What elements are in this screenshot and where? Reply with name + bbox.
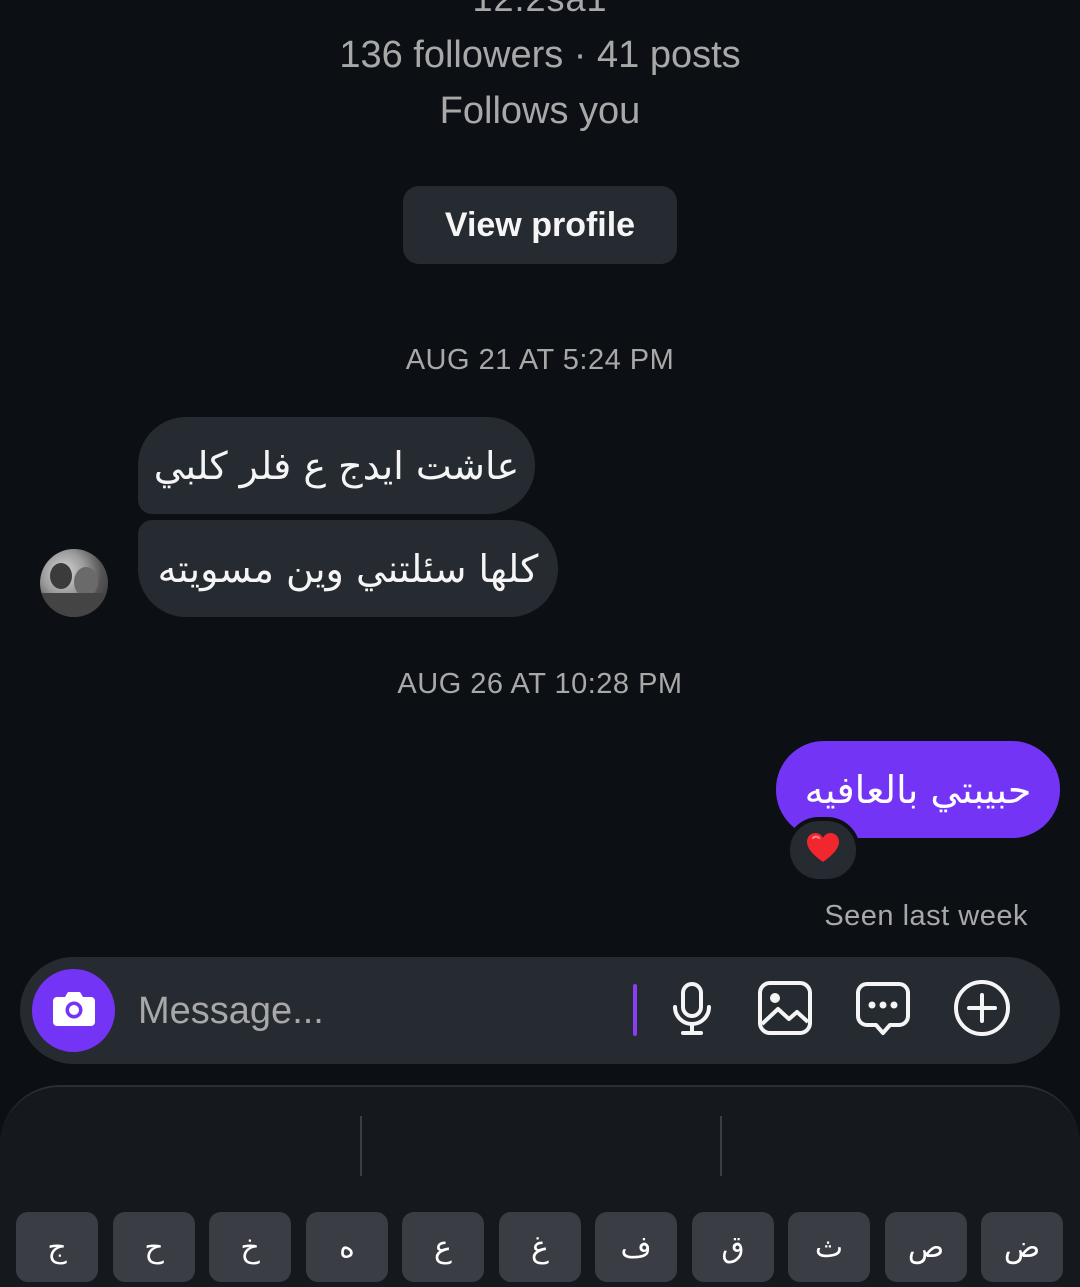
message-text: حبيبتي بالعافيه — [804, 767, 1032, 812]
microphone-icon — [662, 978, 722, 1043]
text-cursor — [633, 984, 637, 1036]
keyboard-key[interactable]: ف — [595, 1212, 677, 1282]
gallery-button[interactable] — [755, 980, 815, 1040]
view-profile-button[interactable]: View profile — [403, 186, 677, 264]
red-heart-emoji-icon — [806, 832, 840, 869]
keyboard-key[interactable]: ق — [692, 1212, 774, 1282]
keyboard-key[interactable]: ض — [981, 1212, 1063, 1282]
seen-status: Seen last week — [824, 900, 1028, 932]
suggestion-divider — [360, 1116, 362, 1176]
message-timestamp: AUG 26 AT 10:28 PM — [397, 668, 683, 700]
sticker-button[interactable] — [853, 980, 913, 1040]
keyboard-key[interactable]: خ — [209, 1212, 291, 1282]
keyboard-key[interactable]: ع — [402, 1212, 484, 1282]
suggestion-divider — [720, 1116, 722, 1176]
keyboard-key[interactable]: ح — [113, 1212, 195, 1282]
incoming-message-bubble[interactable]: كلها سئلتني وين مسويته — [138, 520, 558, 617]
camera-icon — [51, 988, 97, 1033]
camera-button[interactable] — [32, 969, 115, 1052]
message-text: عاشت ايدج ع فلر كلبي — [153, 443, 520, 488]
message-reaction[interactable] — [786, 817, 860, 883]
sender-avatar[interactable] — [40, 549, 108, 617]
plus-circle-icon — [952, 978, 1012, 1043]
gallery-icon — [755, 978, 815, 1043]
keyboard-key[interactable]: غ — [499, 1212, 581, 1282]
profile-username: 12.2sa1 — [0, 0, 1080, 20]
incoming-message-bubble[interactable]: عاشت ايدج ع فلر كلبي — [138, 417, 535, 514]
profile-stats: 136 followers · 41 posts — [339, 34, 741, 76]
follows-you-label: Follows you — [439, 90, 641, 132]
message-text: كلها سئلتني وين مسويته — [157, 546, 539, 591]
more-options-button[interactable] — [952, 978, 1012, 1043]
keyboard-key[interactable]: ص — [885, 1212, 967, 1282]
message-timestamp: AUG 21 AT 5:24 PM — [405, 344, 675, 376]
keyboard-key[interactable]: ه — [306, 1212, 388, 1282]
keyboard-key[interactable]: ج — [16, 1212, 98, 1282]
message-input[interactable] — [138, 982, 618, 1040]
voice-message-button[interactable] — [662, 980, 722, 1040]
keyboard-key[interactable]: ث — [788, 1212, 870, 1282]
sticker-icon — [853, 978, 913, 1043]
